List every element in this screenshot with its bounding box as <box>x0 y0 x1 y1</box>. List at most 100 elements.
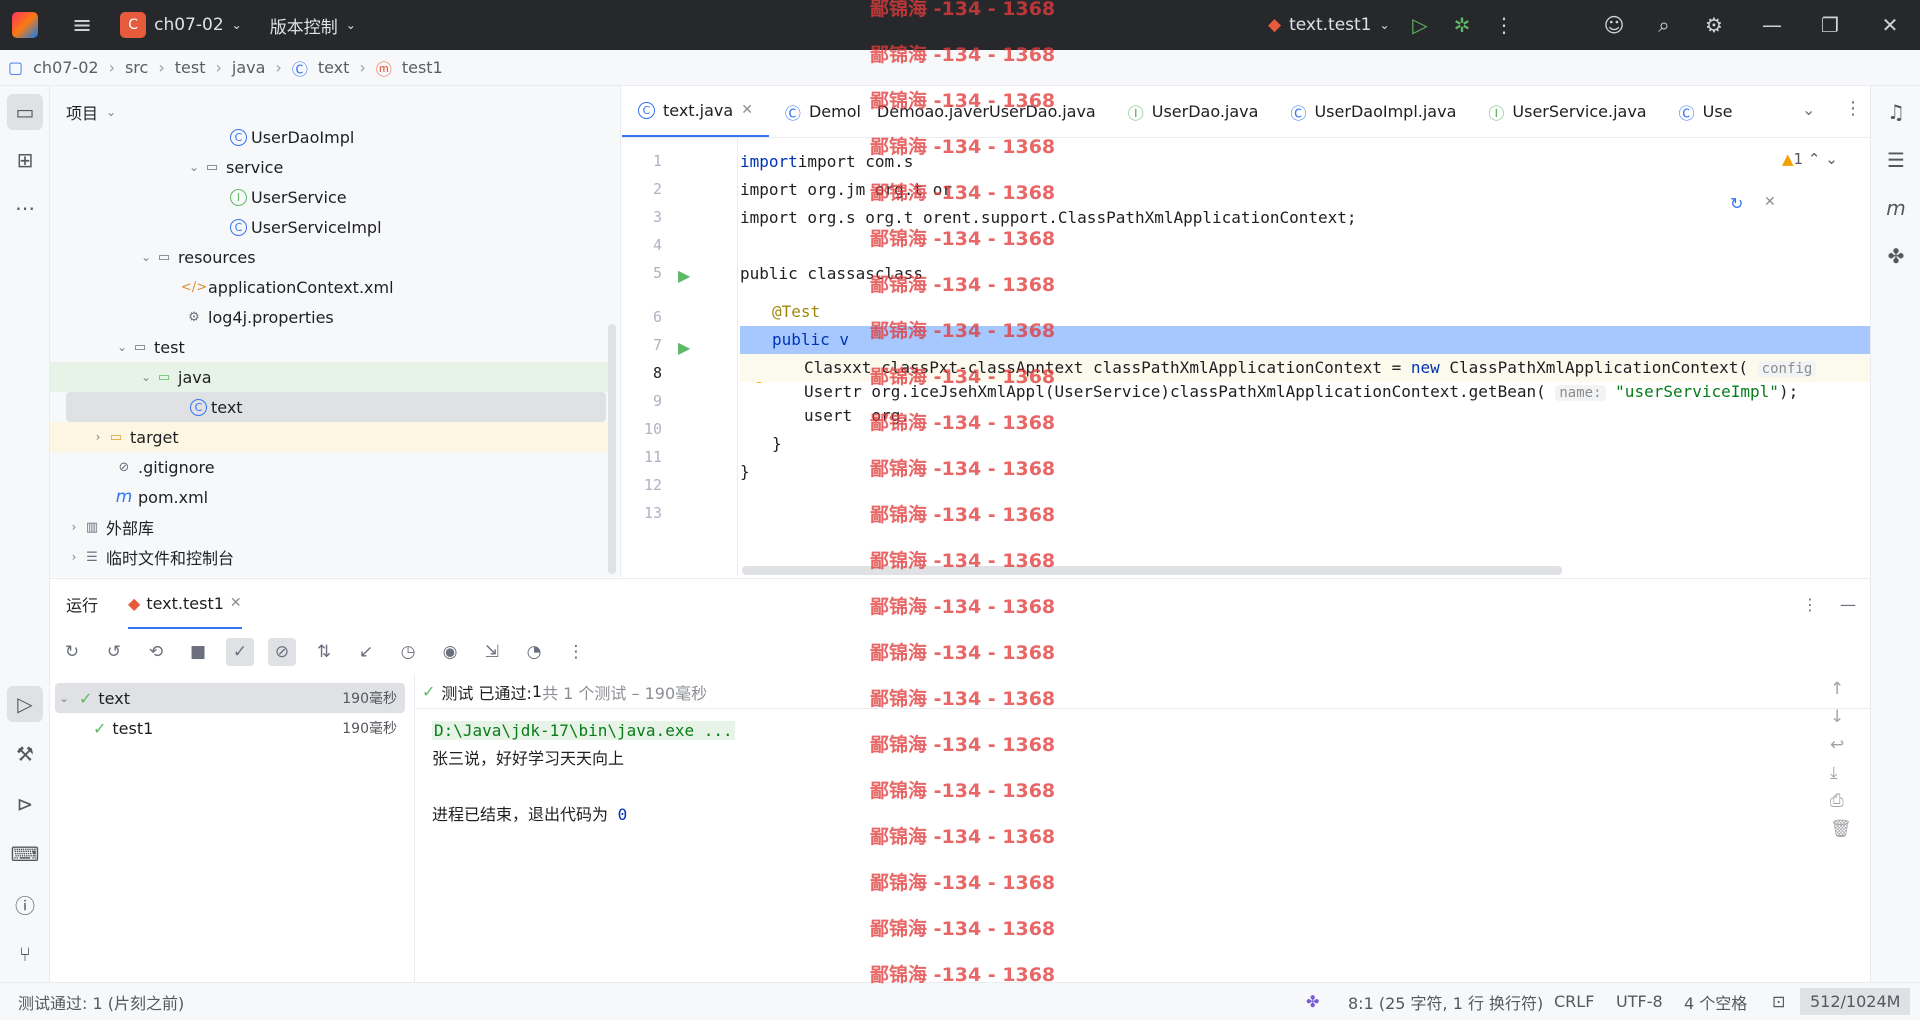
close-icon[interactable]: ✕ <box>1764 194 1776 210</box>
console-command-line[interactable]: D:\Java\jdk-17\bin\java.exe ... <box>432 721 735 740</box>
chevron-right-icon[interactable]: › <box>90 430 106 444</box>
run-gutter-icon[interactable]: ▶ <box>678 338 690 357</box>
run-config-selector[interactable]: ◆ text.test1 ⌄ <box>1268 0 1390 50</box>
scroll-up-icon[interactable]: ↑ <box>1830 679 1852 699</box>
tree-item[interactable]: ⊘ .gitignore <box>50 452 610 482</box>
print-icon[interactable]: ⎙ <box>1830 791 1852 811</box>
indent-setting[interactable]: 4 个空格 <box>1684 990 1747 1014</box>
lock-icon[interactable]: ⊡ <box>1772 992 1785 1011</box>
show-passed-icon[interactable]: ✓ <box>226 638 254 666</box>
terminal-icon[interactable]: ⌨ <box>7 836 43 872</box>
tree-item[interactable]: m pom.xml <box>50 482 610 512</box>
clear-trash-icon[interactable]: 🗑 <box>1830 819 1852 839</box>
structure-icon[interactable]: ⊞ <box>7 142 43 178</box>
test-suite-row[interactable]: ⌄ ✓ text 190毫秒 <box>55 683 405 713</box>
coverage-icon[interactable]: ◔ <box>520 638 548 666</box>
inspection-widget[interactable]: ▲1 ⌃ ⌄ <box>1782 150 1838 168</box>
soft-wrap-icon[interactable]: ↩ <box>1830 735 1852 755</box>
run-config-tab[interactable]: ◆ text.test1 ✕ <box>128 579 242 629</box>
maven-icon[interactable]: m <box>1878 190 1914 226</box>
project-switcher[interactable]: C ch07-02 ⌄ <box>120 12 242 38</box>
import-icon[interactable]: ⇲ <box>478 638 506 666</box>
close-tab-icon[interactable]: ✕ <box>230 595 242 611</box>
show-ignored-icon[interactable]: ⊘ <box>268 638 296 666</box>
run-icon[interactable]: ▷ <box>1400 0 1440 50</box>
problems-icon[interactable]: ⓘ <box>7 886 43 922</box>
project-folder-icon[interactable]: ▭ <box>7 94 43 130</box>
scroll-down-icon[interactable]: ↓ <box>1830 707 1852 727</box>
chevron-down-icon[interactable]: ⌄ <box>114 340 130 354</box>
services-icon[interactable]: ⊳ <box>7 786 43 822</box>
editor-tab[interactable]: Ⓒ UserDaoImpl.java <box>1274 86 1472 137</box>
tree-item[interactable]: C UserDaoImpl <box>50 122 610 152</box>
history-icon[interactable]: ◷ <box>394 638 422 666</box>
main-menu-icon[interactable]: ≡ <box>72 11 92 39</box>
toggle-autotest-icon[interactable]: ⟲ <box>142 638 170 666</box>
tree-item[interactable]: </> applicationContext.xml <box>50 272 610 302</box>
tree-item-selected[interactable]: Ctext <box>66 392 606 422</box>
editor-tab[interactable]: Ⓘ UserService.java <box>1472 86 1662 137</box>
console[interactable]: ✓ 测试 已通过: 1 共 1 个测试 – 190毫秒 D:\Java\jdk-17… <box>416 675 1870 983</box>
close-tab-icon[interactable]: ✕ <box>741 102 753 118</box>
intellij-logo-icon[interactable] <box>12 12 38 38</box>
file-encoding[interactable]: UTF-8 <box>1616 992 1663 1011</box>
more-tabs-icon[interactable]: ⋮ <box>1844 98 1862 119</box>
sort-icon[interactable]: ⇅ <box>310 638 338 666</box>
breadcrumb-item[interactable]: test <box>175 58 206 77</box>
breadcrumb-item[interactable]: text <box>318 58 350 77</box>
screenshot-icon[interactable]: ◉ <box>436 638 464 666</box>
run-gutter-icon[interactable]: ▶ <box>678 266 690 285</box>
close-icon[interactable]: ✕ <box>1870 0 1910 50</box>
tree-item[interactable]: I UserService <box>50 182 610 212</box>
memory-indicator[interactable]: 512/1024M <box>1800 988 1911 1015</box>
tree-scrollbar[interactable] <box>608 324 616 574</box>
tab-list-chevron-icon[interactable]: ⌄ <box>1802 100 1815 119</box>
status-message[interactable]: 测试通过: 1 (片刻之前) <box>18 990 184 1014</box>
editor-tab[interactable]: Ⓒ Use <box>1663 86 1749 137</box>
collapse-icon[interactable]: ↙ <box>352 638 380 666</box>
editor-tab[interactable]: Demoao.javerUserDao.java <box>877 86 1112 137</box>
git-icon[interactable]: ⑂ <box>7 936 43 972</box>
chevron-up-icon[interactable]: ⌃ <box>1808 150 1821 168</box>
more-tools-icon[interactable]: ⋯ <box>7 190 43 226</box>
run-tab-label[interactable]: 运行 <box>66 592 98 616</box>
chevron-right-icon[interactable]: › <box>66 520 82 534</box>
run-tool-icon[interactable]: ▷ <box>7 686 43 722</box>
tree-item[interactable]: ⌄ ▭ service <box>50 152 610 182</box>
chevron-down-icon[interactable]: ⌄ <box>55 691 73 705</box>
editor-tab-active[interactable]: Ctext.java ✕ <box>622 86 769 137</box>
chevron-down-icon[interactable]: ⌄ <box>138 250 154 264</box>
caret-position[interactable]: 8:1 (25 字符, 1 行 换行符) <box>1348 990 1543 1014</box>
more-options-icon[interactable]: ⋮ <box>1802 595 1818 614</box>
tree-item[interactable]: C UserServiceImpl <box>50 212 610 242</box>
settings-gear-icon[interactable]: ⚙ <box>1694 0 1734 50</box>
ai-status-icon[interactable]: ✤ <box>1306 992 1319 1011</box>
add-user-icon[interactable]: ☺ <box>1594 0 1634 50</box>
debug-icon[interactable]: ✲ <box>1442 0 1482 50</box>
minimize-icon[interactable]: — <box>1752 0 1792 50</box>
ai-assistant-icon[interactable]: ✤ <box>1878 238 1914 274</box>
horizontal-scrollbar[interactable] <box>742 566 1562 575</box>
tree-item[interactable]: › ▥ 外部库 <box>50 512 610 542</box>
more-icon[interactable]: ⋮ <box>562 638 590 666</box>
scroll-to-end-icon[interactable]: ⤓ <box>1830 763 1852 783</box>
notifications-bell-icon[interactable]: ♫ <box>1878 94 1914 130</box>
more-actions-icon[interactable]: ⋮ <box>1484 0 1524 50</box>
editor-tab[interactable]: Ⓒ Demol <box>769 86 877 137</box>
chevron-down-icon[interactable]: ⌄ <box>1825 150 1838 168</box>
tree-item[interactable]: ⌄ ▭ java <box>50 362 610 392</box>
database-icon[interactable]: ☰ <box>1878 142 1914 178</box>
build-hammer-icon[interactable]: ⚒ <box>7 736 43 772</box>
tree-item[interactable]: › ▭ target <box>50 422 610 452</box>
chevron-down-icon[interactable]: ⌄ <box>138 370 154 384</box>
tree-item[interactable]: ⌄ ▭ resources <box>50 242 610 272</box>
restore-icon[interactable]: ❐ <box>1810 0 1850 50</box>
breadcrumb-item[interactable]: java <box>232 58 266 77</box>
rerun-icon[interactable]: ↻ <box>58 638 86 666</box>
test-case-row[interactable]: ✓ test1 190毫秒 <box>55 713 405 743</box>
line-ending[interactable]: CRLF <box>1554 992 1594 1011</box>
search-icon[interactable]: ⌕ <box>1644 0 1684 50</box>
reload-maven-icon[interactable]: ↻ <box>1730 194 1743 213</box>
vcs-menu[interactable]: 版本控制 ⌄ <box>270 13 356 38</box>
chevron-right-icon[interactable]: › <box>66 550 82 564</box>
